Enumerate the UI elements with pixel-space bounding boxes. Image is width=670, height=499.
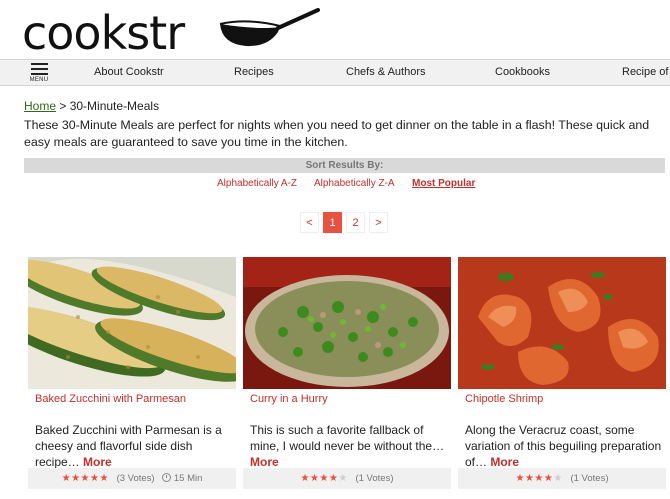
main-nav: MENU About Cookstr Recipes Chefs & Autho… [0, 59, 670, 86]
nav-about-cookstr[interactable]: About Cookstr [94, 66, 164, 78]
nav-recipe-of-the-day[interactable]: Recipe of t [622, 66, 670, 78]
recipe-title-link[interactable]: Baked Zucchini with Parmesan [35, 393, 186, 405]
rating-stars[interactable]: ★★★★★ [515, 473, 562, 484]
star-icon[interactable]: ★ [553, 473, 562, 484]
hamburger-icon-bar [30, 73, 48, 75]
rating-stars[interactable]: ★★★★★ [300, 473, 347, 484]
sort-alpha-az[interactable]: Alphabetically A-Z [217, 178, 297, 189]
nav-recipes[interactable]: Recipes [234, 66, 274, 78]
star-icon[interactable]: ★ [300, 473, 309, 484]
recipe-description: This is such a favorite fallback of mine… [250, 422, 450, 470]
vote-count: (1 Votes) [570, 473, 609, 484]
recipe-more-link[interactable]: More [250, 455, 279, 469]
frying-pan-icon [219, 8, 320, 47]
hamburger-icon [30, 63, 48, 65]
sort-heading: Sort Results By: [24, 158, 665, 173]
star-icon[interactable]: ★ [310, 473, 319, 484]
page-intro: These 30-Minute Meals are perfect for ni… [24, 118, 650, 149]
star-icon[interactable]: ★ [525, 473, 534, 484]
recipe-description-text: This is such a favorite fallback of mine… [250, 423, 445, 453]
recipe-image-baked-zucchini[interactable] [28, 257, 236, 389]
breadcrumb-current: 30-Minute-Meals [69, 99, 160, 113]
page-next-button[interactable]: > [369, 212, 388, 233]
star-icon[interactable]: ★ [338, 473, 347, 484]
rating-stars[interactable]: ★★★★★ [62, 473, 109, 484]
breadcrumb: Home > 30-Minute-Meals [24, 99, 159, 113]
recipe-more-link[interactable]: More [490, 455, 519, 469]
cook-time: 15 Min [173, 473, 203, 484]
star-icon[interactable]: ★ [544, 473, 553, 484]
star-icon[interactable]: ★ [319, 473, 328, 484]
site-logo[interactable]: cookstr [22, 4, 185, 60]
star-icon[interactable]: ★ [62, 473, 71, 484]
page-prev-button[interactable]: < [300, 212, 319, 233]
logo-text: cookstr [22, 6, 185, 60]
recipe-description: Baked Zucchini with Parmesan is a cheesy… [35, 422, 235, 470]
recipe-description-text: Baked Zucchini with Parmesan is a cheesy… [35, 423, 222, 469]
recipe-card: Curry in a Hurry This is such a favorite… [243, 257, 451, 499]
hamburger-icon-bar [30, 68, 48, 70]
breadcrumb-separator: > [56, 99, 70, 113]
recipe-meta-bar: ★★★★★ (1 Votes) [243, 468, 451, 489]
nav-cookbooks[interactable]: Cookbooks [495, 66, 550, 78]
recipe-more-link[interactable]: More [83, 455, 112, 469]
menu-label: MENU [29, 77, 49, 83]
recipe-image-chipotle-shrimp[interactable] [458, 257, 666, 389]
star-icon[interactable]: ★ [71, 473, 80, 484]
star-icon[interactable]: ★ [329, 473, 338, 484]
recipe-meta-bar: ★★★★★ (1 Votes) [458, 468, 666, 489]
recipe-card: Chipotle Shrimp Along the Veracruz coast… [458, 257, 666, 499]
nav-chefs-authors[interactable]: Chefs & Authors [346, 66, 426, 78]
clock-icon [162, 473, 172, 482]
recipe-title-link[interactable]: Curry in a Hurry [250, 393, 328, 405]
recipe-card: Baked Zucchini with Parmesan Baked Zucch… [28, 257, 236, 499]
vote-count: (1 Votes) [355, 473, 394, 484]
star-icon[interactable]: ★ [515, 473, 524, 484]
sort-alpha-za[interactable]: Alphabetically Z-A [314, 178, 395, 189]
recipe-meta-bar: ★★★★★ (3 Votes) 15 Min [28, 468, 236, 489]
page-1-button[interactable]: 1 [323, 212, 342, 233]
star-icon[interactable]: ★ [534, 473, 543, 484]
page-2-button[interactable]: 2 [346, 212, 365, 233]
vote-count: (3 Votes) [116, 473, 155, 484]
recipe-image-curry-in-a-hurry[interactable] [243, 257, 451, 389]
star-icon[interactable]: ★ [81, 473, 90, 484]
sort-most-popular[interactable]: Most Popular [412, 178, 475, 189]
breadcrumb-home-link[interactable]: Home [24, 99, 56, 113]
recipe-description: Along the Veracruz coast, some variation… [465, 422, 665, 470]
star-icon[interactable]: ★ [99, 473, 108, 484]
menu-button[interactable]: MENU [28, 63, 50, 85]
recipe-title-link[interactable]: Chipotle Shrimp [465, 393, 543, 405]
